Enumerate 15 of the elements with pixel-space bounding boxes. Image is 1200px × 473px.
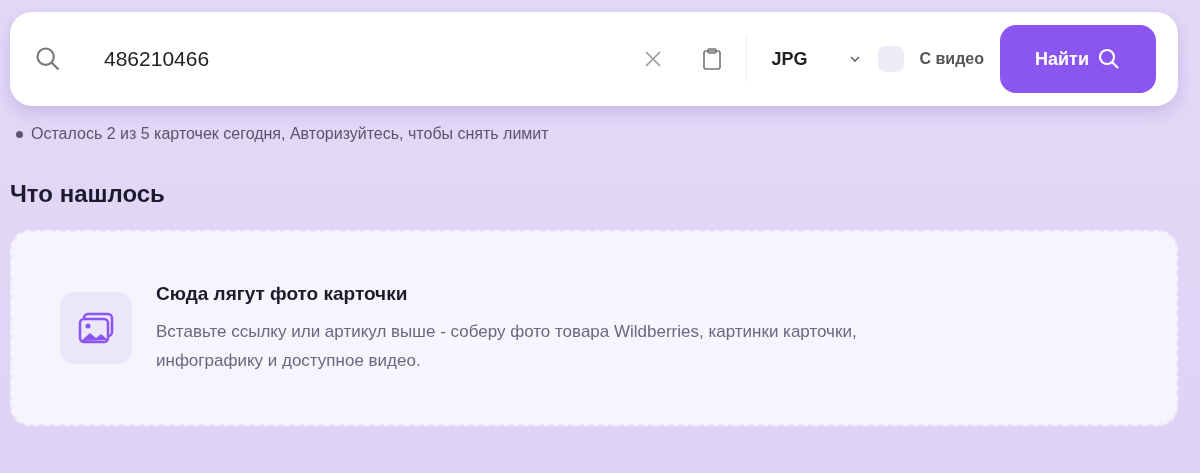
video-label[interactable]: С видео	[919, 47, 984, 71]
search-icon	[1097, 47, 1121, 71]
limit-note: Осталось 2 из 5 карточек сегодня, Авторизуйтесь, чтобы снять лимит	[31, 124, 549, 144]
find-button[interactable]: Найти	[1000, 25, 1156, 93]
bullet-dot	[16, 130, 23, 138]
empty-state-title: Сюда лягут фото карточки	[156, 282, 409, 306]
search-field[interactable]: 486210466	[102, 42, 629, 76]
search-icon	[34, 45, 62, 73]
close-icon[interactable]	[644, 50, 663, 68]
chevron-icon[interactable]	[847, 54, 862, 64]
clipboard-icon[interactable]	[702, 48, 723, 70]
section-title: Что нашлось	[10, 179, 166, 209]
format-select[interactable]: JPG	[771, 45, 808, 73]
empty-state-text: Вставьте ссылку или артикул выше - соберу фото товара Wildberries, картинки карточки, инфографику и доступное видео.	[156, 320, 858, 373]
image-icon	[60, 292, 132, 364]
